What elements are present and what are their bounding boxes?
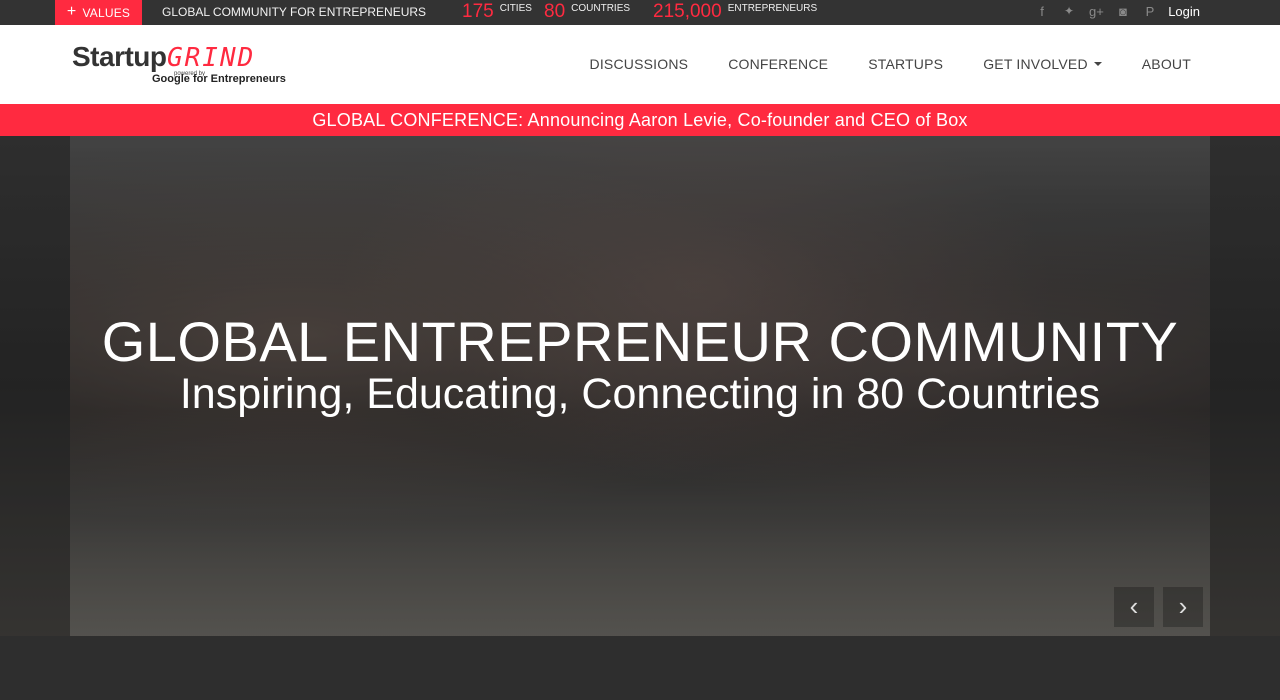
nav-about[interactable]: ABOUT <box>1142 56 1191 72</box>
nav-conference[interactable]: CONFERENCE <box>728 56 828 72</box>
chevron-left-icon: ‹ <box>1129 591 1139 621</box>
social-links: f ✦ g+ ◙ P <box>1035 4 1157 19</box>
stat-number: 80 <box>544 1 566 22</box>
instagram-icon[interactable]: ◙ <box>1116 4 1130 19</box>
top-bar: + VALUES GLOBAL COMMUNITY FOR ENTREPRENE… <box>0 0 1280 25</box>
facebook-icon[interactable]: f <box>1035 4 1049 19</box>
hero-subtitle: Inspiring, Educating, Connecting in 80 C… <box>179 370 1101 418</box>
stat-label: CITIES <box>499 3 532 14</box>
stat-label: COUNTRIES <box>571 3 631 14</box>
carousel-prev-button[interactable]: ‹ <box>1114 587 1154 627</box>
hero-carousel: GLOBAL ENTREPRENEUR COMMUNITY Inspiring,… <box>0 136 1280 636</box>
google-plus-icon[interactable]: g+ <box>1089 4 1104 19</box>
stat-label: ENTREPRENEURS <box>727 3 818 14</box>
announcement-banner[interactable]: GLOBAL CONFERENCE: Announcing Aaron Levi… <box>0 104 1280 136</box>
logo-accent: GRIND <box>167 43 256 73</box>
stat-cities: 175 CITIES <box>462 1 532 23</box>
stat-number: 175 <box>462 1 494 22</box>
stat-number: 215,000 <box>653 1 722 22</box>
main-navbar: Startup GRIND powered by Google for Entr… <box>0 25 1280 104</box>
chevron-right-icon: › <box>1178 591 1188 621</box>
logo-wordmark: Startup <box>72 41 167 72</box>
caret-down-icon <box>1093 62 1102 66</box>
tagline: GLOBAL COMMUNITY FOR ENTREPRENEURS <box>162 5 427 19</box>
hero-title: GLOBAL ENTREPRENEUR COMMUNITY <box>101 310 1179 373</box>
values-button[interactable]: + VALUES <box>55 0 142 25</box>
nav-get-involved[interactable]: GET INVOLVED <box>983 56 1102 72</box>
main-menu: DISCUSSIONS CONFERENCE STARTUPS GET INVO… <box>590 56 1191 72</box>
nav-discussions[interactable]: DISCUSSIONS <box>590 56 689 72</box>
carousel-next-button[interactable]: › <box>1163 587 1203 627</box>
startup-grind-logo[interactable]: Startup GRIND powered by Google for Entr… <box>72 41 286 89</box>
values-label: VALUES <box>82 5 131 20</box>
stat-countries: 80 COUNTRIES <box>544 1 630 23</box>
nav-get-involved-label: GET INVOLVED <box>983 56 1088 72</box>
twitter-icon[interactable]: ✦ <box>1062 4 1076 19</box>
stat-entrepreneurs: 215,000 ENTREPRENEURS <box>653 1 817 23</box>
login-link[interactable]: Login <box>1168 4 1200 19</box>
page-footer-area <box>0 636 1280 700</box>
plus-icon: + <box>66 2 77 20</box>
pinterest-icon[interactable]: P <box>1143 4 1157 19</box>
logo-sub: Google for Entrepreneurs <box>152 73 286 85</box>
nav-startups[interactable]: STARTUPS <box>868 56 943 72</box>
